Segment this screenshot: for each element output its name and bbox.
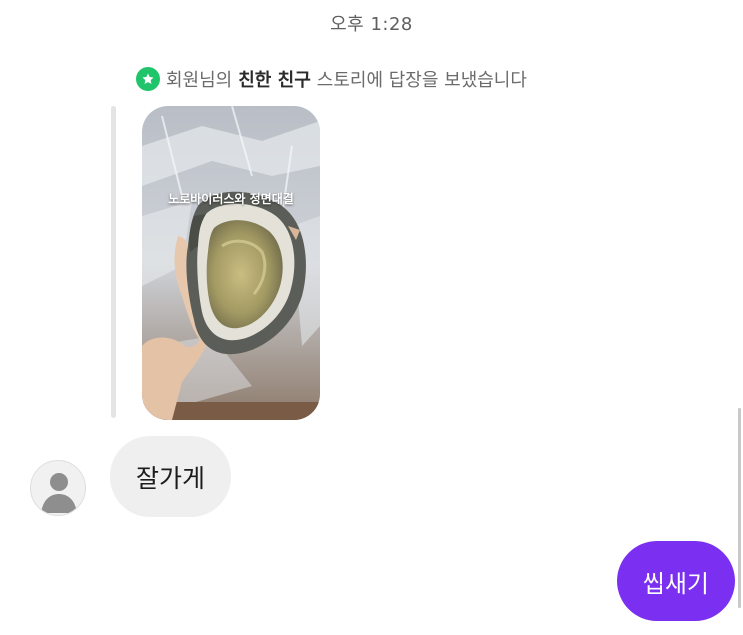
notice-suffix: 스토리에 답장을 보냈습니다 — [316, 70, 527, 91]
reply-indicator-bar — [111, 106, 116, 418]
incoming-message-bubble[interactable]: 잘가게 — [110, 436, 232, 517]
story-preview[interactable]: 노로바이러스와 정면대결 — [142, 106, 320, 420]
scrollbar[interactable] — [738, 408, 741, 608]
message-timestamp: 오후 1:28 — [330, 14, 413, 35]
story-image — [142, 106, 320, 420]
notice-prefix: 회원님의 — [166, 70, 233, 91]
outgoing-message-bubble[interactable]: 씹새기 — [616, 541, 735, 621]
user-silhouette-icon — [41, 473, 77, 513]
close-friends-label: 친한 친구 — [238, 70, 311, 91]
story-caption: 노로바이러스와 정면대결 — [168, 192, 294, 206]
avatar[interactable] — [30, 460, 86, 516]
story-reply-notice: 회원님의 친한 친구 스토리에 답장을 보냈습니다 — [136, 66, 527, 92]
star-icon — [136, 67, 160, 91]
